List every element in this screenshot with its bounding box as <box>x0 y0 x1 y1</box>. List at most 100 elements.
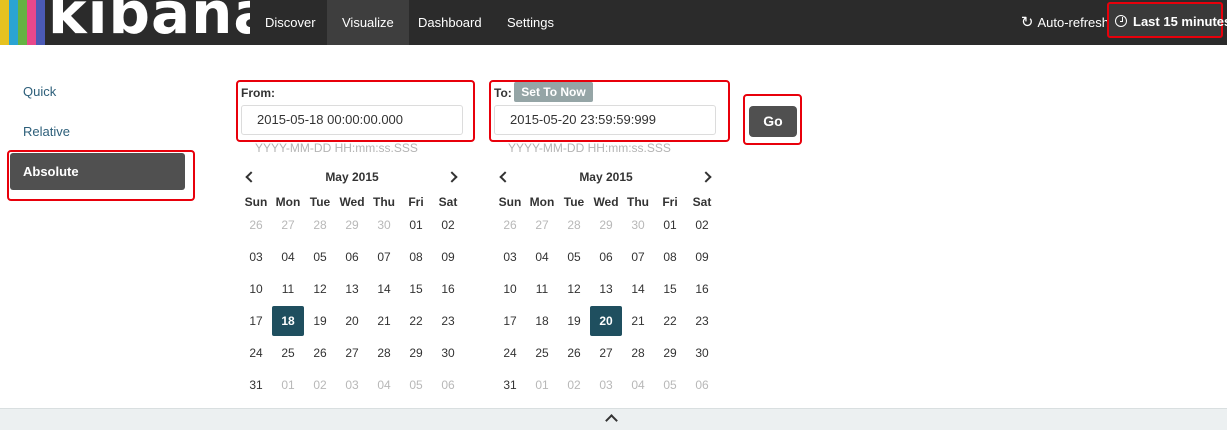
calendar-day[interactable]: 28 <box>558 210 590 240</box>
calendar-day[interactable]: 20 <box>590 306 622 336</box>
calendar-day[interactable]: 01 <box>400 210 432 240</box>
calendar-day[interactable]: 29 <box>336 210 368 240</box>
calendar-day[interactable]: 26 <box>304 338 336 368</box>
calendar-day[interactable]: 05 <box>654 370 686 400</box>
set-to-now-button[interactable]: Set To Now <box>514 82 593 102</box>
calendar-day[interactable]: 24 <box>494 338 526 368</box>
mode-absolute[interactable]: Absolute <box>10 153 185 190</box>
calendar-day[interactable]: 11 <box>526 274 558 304</box>
calendar-day[interactable]: 04 <box>622 370 654 400</box>
calendar-day[interactable]: 30 <box>622 210 654 240</box>
calendar-day[interactable]: 27 <box>272 210 304 240</box>
calendar-day[interactable]: 29 <box>590 210 622 240</box>
calendar-day[interactable]: 01 <box>654 210 686 240</box>
calendar-day[interactable]: 03 <box>590 370 622 400</box>
calendar-day[interactable]: 15 <box>654 274 686 304</box>
calendar-day[interactable]: 25 <box>272 338 304 368</box>
calendar-day[interactable]: 31 <box>240 370 272 400</box>
calendar-day[interactable]: 25 <box>526 338 558 368</box>
calendar-day[interactable]: 02 <box>432 210 464 240</box>
calendar-day[interactable]: 08 <box>654 242 686 272</box>
calendar-day[interactable]: 17 <box>240 306 272 336</box>
calendar-day[interactable]: 28 <box>622 338 654 368</box>
calendar-day[interactable]: 15 <box>400 274 432 304</box>
calendar-day[interactable]: 06 <box>336 242 368 272</box>
calendar-day[interactable]: 06 <box>590 242 622 272</box>
calendar-day[interactable]: 03 <box>240 242 272 272</box>
calendar-day[interactable]: 28 <box>304 210 336 240</box>
calendar-day[interactable]: 07 <box>622 242 654 272</box>
mode-quick[interactable]: Quick <box>23 84 56 99</box>
calendar-day[interactable]: 29 <box>654 338 686 368</box>
calendar-day[interactable]: 05 <box>558 242 590 272</box>
calendar-day[interactable]: 22 <box>400 306 432 336</box>
calendar-day[interactable]: 10 <box>240 274 272 304</box>
from-input[interactable]: 2015-05-18 00:00:00.000 <box>241 105 463 135</box>
calendar-day[interactable]: 29 <box>400 338 432 368</box>
calendar-day[interactable]: 24 <box>240 338 272 368</box>
calendar-day[interactable]: 30 <box>686 338 718 368</box>
calendar-day[interactable]: 05 <box>304 242 336 272</box>
calendar-day[interactable]: 23 <box>432 306 464 336</box>
nav-dashboard[interactable]: Dashboard <box>403 0 497 45</box>
next-month-icon[interactable] <box>698 167 718 187</box>
calendar-day[interactable]: 03 <box>494 242 526 272</box>
calendar-day[interactable]: 21 <box>368 306 400 336</box>
calendar-day[interactable]: 08 <box>400 242 432 272</box>
calendar-day[interactable]: 06 <box>432 370 464 400</box>
calendar-day[interactable]: 02 <box>558 370 590 400</box>
calendar-day[interactable]: 21 <box>622 306 654 336</box>
calendar-day[interactable]: 19 <box>304 306 336 336</box>
calendar-day[interactable]: 14 <box>368 274 400 304</box>
next-month-icon[interactable] <box>444 167 464 187</box>
time-range-button[interactable]: Last 15 minutes <box>1107 2 1227 38</box>
calendar-day[interactable]: 02 <box>304 370 336 400</box>
calendar-day[interactable]: 02 <box>686 210 718 240</box>
calendar-day[interactable]: 27 <box>336 338 368 368</box>
calendar-day[interactable]: 03 <box>336 370 368 400</box>
calendar-day[interactable]: 16 <box>686 274 718 304</box>
calendar-day[interactable]: 27 <box>526 210 558 240</box>
calendar-day[interactable]: 18 <box>526 306 558 336</box>
calendar-day[interactable]: 01 <box>272 370 304 400</box>
mode-relative[interactable]: Relative <box>23 124 70 139</box>
calendar-day[interactable]: 16 <box>432 274 464 304</box>
calendar-day[interactable]: 30 <box>368 210 400 240</box>
calendar-day[interactable]: 05 <box>400 370 432 400</box>
calendar-day[interactable]: 22 <box>654 306 686 336</box>
nav-settings[interactable]: Settings <box>492 0 569 45</box>
calendar-day[interactable]: 06 <box>686 370 718 400</box>
calendar-day[interactable]: 01 <box>526 370 558 400</box>
calendar-day[interactable]: 14 <box>622 274 654 304</box>
go-button[interactable]: Go <box>749 106 797 137</box>
calendar-day[interactable]: 20 <box>336 306 368 336</box>
calendar-day[interactable]: 18 <box>272 306 304 336</box>
calendar-day[interactable]: 10 <box>494 274 526 304</box>
calendar-day[interactable]: 26 <box>240 210 272 240</box>
calendar-day[interactable]: 13 <box>336 274 368 304</box>
calendar-day[interactable]: 04 <box>368 370 400 400</box>
nav-discover[interactable]: Discover <box>250 0 331 45</box>
to-input[interactable]: 2015-05-20 23:59:59:999 <box>494 105 716 135</box>
auto-refresh-button[interactable]: ↻ Auto-refresh <box>1021 0 1109 45</box>
calendar-day[interactable]: 28 <box>368 338 400 368</box>
calendar-day[interactable]: 30 <box>432 338 464 368</box>
calendar-day[interactable]: 13 <box>590 274 622 304</box>
calendar-day[interactable]: 07 <box>368 242 400 272</box>
calendar-day[interactable]: 09 <box>686 242 718 272</box>
calendar-day[interactable]: 26 <box>494 210 526 240</box>
calendar-day[interactable]: 04 <box>526 242 558 272</box>
calendar-day[interactable]: 26 <box>558 338 590 368</box>
calendar-day[interactable]: 09 <box>432 242 464 272</box>
calendar-day[interactable]: 19 <box>558 306 590 336</box>
calendar-day[interactable]: 11 <box>272 274 304 304</box>
nav-visualize[interactable]: Visualize <box>327 0 409 45</box>
calendar-day[interactable]: 04 <box>272 242 304 272</box>
calendar-day[interactable]: 12 <box>304 274 336 304</box>
calendar-day[interactable]: 17 <box>494 306 526 336</box>
calendar-day[interactable]: 12 <box>558 274 590 304</box>
calendar-day[interactable]: 31 <box>494 370 526 400</box>
calendar-day[interactable]: 27 <box>590 338 622 368</box>
calendar-day[interactable]: 23 <box>686 306 718 336</box>
kibana-logo[interactable]: kibana <box>0 0 250 45</box>
